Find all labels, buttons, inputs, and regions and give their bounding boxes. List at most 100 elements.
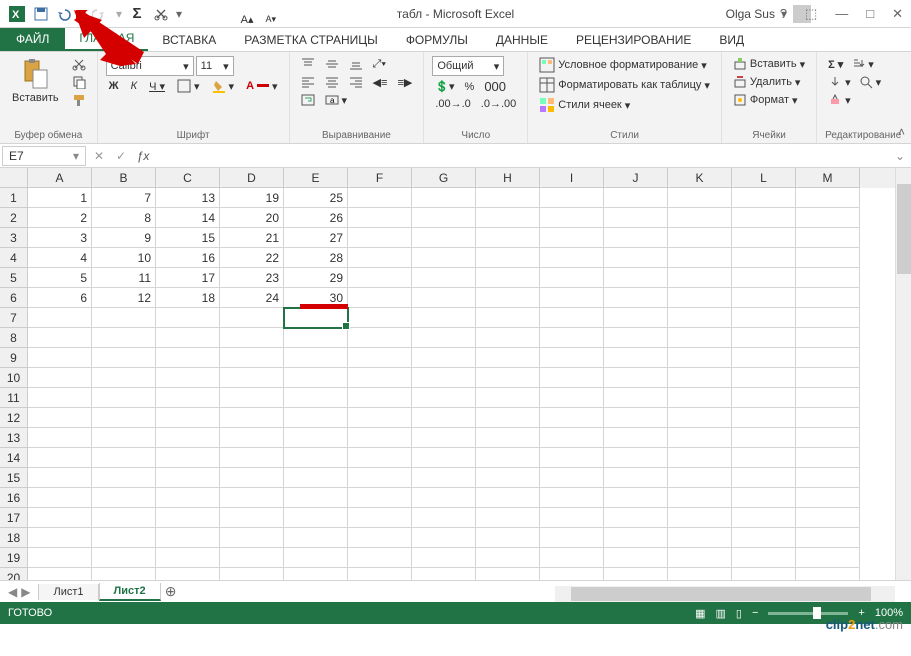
cell[interactable] xyxy=(540,468,604,488)
cell[interactable]: 20 xyxy=(220,208,284,228)
cell[interactable] xyxy=(284,308,348,328)
sort-filter-button[interactable]: ▾ xyxy=(848,56,877,72)
maximize-icon[interactable]: □ xyxy=(862,6,878,21)
insert-function-icon[interactable]: ƒx xyxy=(132,146,154,166)
cell[interactable] xyxy=(92,448,156,468)
cell[interactable] xyxy=(476,528,540,548)
row-header[interactable]: 9 xyxy=(0,348,28,368)
row-header[interactable]: 14 xyxy=(0,448,28,468)
qat-customize-icon[interactable]: ▾ xyxy=(174,3,184,25)
cell[interactable] xyxy=(28,488,92,508)
undo-dropdown-icon[interactable]: ▾ xyxy=(78,3,88,25)
align-top-button[interactable] xyxy=(298,56,318,72)
cell[interactable] xyxy=(732,448,796,468)
decrease-decimal-button[interactable]: .0→.00 xyxy=(478,97,519,111)
cell[interactable] xyxy=(348,548,412,568)
cell[interactable] xyxy=(540,208,604,228)
collapse-ribbon-icon[interactable]: ˄ xyxy=(898,125,905,139)
cell[interactable] xyxy=(540,288,604,308)
cell[interactable] xyxy=(348,328,412,348)
cell[interactable] xyxy=(796,468,860,488)
tab-file[interactable]: ФАЙЛ xyxy=(0,27,65,51)
cell[interactable] xyxy=(476,228,540,248)
cell[interactable] xyxy=(348,288,412,308)
cell[interactable] xyxy=(732,568,796,580)
zoom-slider[interactable] xyxy=(768,612,848,615)
cell[interactable] xyxy=(28,408,92,428)
underline-button[interactable]: Ч ▾ xyxy=(146,79,168,94)
cell[interactable] xyxy=(92,368,156,388)
cell[interactable] xyxy=(604,288,668,308)
merge-center-button[interactable]: a▾ xyxy=(322,92,351,108)
cell[interactable] xyxy=(92,508,156,528)
cell[interactable] xyxy=(412,568,476,580)
cell[interactable] xyxy=(604,488,668,508)
help-icon[interactable]: ? xyxy=(776,6,791,21)
cell[interactable] xyxy=(732,308,796,328)
cell[interactable] xyxy=(348,388,412,408)
cell[interactable] xyxy=(732,228,796,248)
cell[interactable]: 15 xyxy=(156,228,220,248)
cell[interactable] xyxy=(92,548,156,568)
cell[interactable] xyxy=(92,428,156,448)
cell[interactable] xyxy=(412,508,476,528)
cell[interactable] xyxy=(604,248,668,268)
cell[interactable] xyxy=(412,228,476,248)
cell[interactable] xyxy=(668,548,732,568)
number-format-select[interactable]: Общий▾ xyxy=(432,56,504,76)
cell[interactable] xyxy=(412,288,476,308)
cell[interactable] xyxy=(476,348,540,368)
row-header[interactable]: 13 xyxy=(0,428,28,448)
cell[interactable]: 21 xyxy=(220,228,284,248)
cell[interactable] xyxy=(284,328,348,348)
cell[interactable] xyxy=(348,228,412,248)
cell[interactable] xyxy=(668,528,732,548)
row-header[interactable]: 15 xyxy=(0,468,28,488)
cell[interactable] xyxy=(540,248,604,268)
cell[interactable] xyxy=(668,368,732,388)
copy-button[interactable] xyxy=(69,74,89,90)
cell[interactable] xyxy=(28,508,92,528)
cell[interactable] xyxy=(156,468,220,488)
cell[interactable] xyxy=(412,548,476,568)
bold-button[interactable]: Ж xyxy=(106,79,122,93)
cell[interactable] xyxy=(732,388,796,408)
cell[interactable] xyxy=(732,508,796,528)
cell[interactable] xyxy=(156,428,220,448)
cell[interactable] xyxy=(348,348,412,368)
cell[interactable] xyxy=(796,508,860,528)
italic-button[interactable]: К xyxy=(128,79,140,93)
cell[interactable] xyxy=(220,528,284,548)
cell[interactable]: 27 xyxy=(284,228,348,248)
cell[interactable] xyxy=(796,448,860,468)
cell[interactable] xyxy=(796,228,860,248)
row-header[interactable]: 8 xyxy=(0,328,28,348)
name-box[interactable]: E7▾ xyxy=(2,146,86,166)
column-header[interactable]: F xyxy=(348,168,412,188)
column-header[interactable]: K xyxy=(668,168,732,188)
cell[interactable] xyxy=(796,428,860,448)
cell[interactable] xyxy=(540,368,604,388)
minimize-icon[interactable]: — xyxy=(831,6,852,21)
cell[interactable]: 8 xyxy=(92,208,156,228)
cell[interactable] xyxy=(28,528,92,548)
cell-styles-button[interactable]: Стили ячеек ▾ xyxy=(536,96,713,114)
cell[interactable] xyxy=(412,528,476,548)
cell[interactable] xyxy=(476,408,540,428)
sheet-tab-2[interactable]: Лист2 xyxy=(99,583,161,601)
font-size-select[interactable]: 11▾ xyxy=(196,56,234,76)
row-header[interactable]: 10 xyxy=(0,368,28,388)
cell[interactable] xyxy=(220,568,284,580)
cell[interactable] xyxy=(668,288,732,308)
new-sheet-button[interactable]: ⊕ xyxy=(161,583,181,600)
cell[interactable] xyxy=(732,328,796,348)
cell[interactable] xyxy=(604,328,668,348)
cell[interactable] xyxy=(732,248,796,268)
align-bottom-button[interactable] xyxy=(346,56,366,72)
cell[interactable] xyxy=(668,508,732,528)
cell[interactable] xyxy=(284,568,348,580)
cell[interactable] xyxy=(156,488,220,508)
cell[interactable] xyxy=(796,388,860,408)
cell[interactable]: 4 xyxy=(28,248,92,268)
cell[interactable] xyxy=(156,508,220,528)
